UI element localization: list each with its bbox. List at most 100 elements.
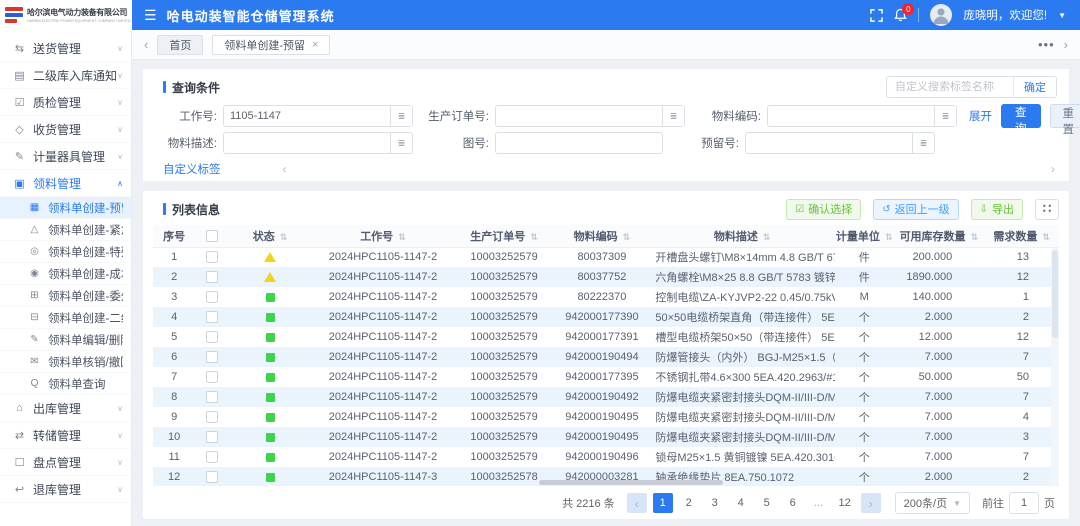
tags-scroll-left-icon[interactable]: ‹ [283,162,287,176]
sort-icon[interactable]: ⇅ [763,232,771,242]
table-row[interactable]: 12024HPC1105-1147-21000325257980037309开槽… [153,247,1059,267]
column-header[interactable]: 工作号 ⇅ [312,225,453,247]
menu-collapse-icon[interactable]: ☰ [144,7,157,24]
custom-tag-name-input[interactable] [887,81,1013,93]
page-button[interactable]: 6 [783,493,803,513]
row-checkbox[interactable] [206,371,218,383]
row-checkbox[interactable] [206,311,218,323]
sort-icon[interactable]: ⇅ [530,232,538,242]
sort-icon[interactable]: ⇅ [885,232,893,242]
material-code-input[interactable] [767,105,935,127]
vertical-scrollbar-thumb[interactable] [1052,250,1058,338]
table-row[interactable]: 92024HPC1105-1147-2100032525799420001904… [153,407,1059,427]
tab-home[interactable]: 首页 [157,35,203,55]
export-button[interactable]: ⇩导出 [971,199,1023,220]
table-row[interactable]: 112024HPC1105-1147-210003252579942000190… [153,447,1059,467]
work-no-input[interactable] [223,105,391,127]
tabs-scroll-right-icon[interactable]: › [1064,37,1068,52]
sidebar-item-sub[interactable]: △领料单创建-紧急 [0,219,131,241]
column-settings-button[interactable]: ∷ [1035,199,1059,220]
row-checkbox[interactable] [206,471,218,483]
table-row[interactable]: 32024HPC1105-1147-21000325257980222370控制… [153,287,1059,307]
sidebar-item-sub[interactable]: ✎领料单编辑/删除 [0,329,131,351]
table-row[interactable]: 72024HPC1105-1147-2100032525799420001773… [153,367,1059,387]
page-button[interactable]: 5 [757,493,777,513]
drawing-no-input[interactable] [495,132,663,154]
page-button[interactable]: 4 [731,493,751,513]
confirm-select-button[interactable]: ☑确认选择 [786,199,861,220]
sidebar-item-sub[interactable]: ▦领料单创建-预留 [0,197,131,219]
sidebar-item-sub[interactable]: ⊞领料单创建-委外组件 [0,285,131,307]
custom-tag-link[interactable]: 自定义标签 [163,161,221,177]
column-header[interactable]: 可用库存数量 ⇅ [893,225,984,247]
prev-page-button[interactable]: ‹ [627,493,647,513]
table-row[interactable]: 82024HPC1105-1147-2100032525799420001904… [153,387,1059,407]
user-menu-caret-icon[interactable]: ▼ [1058,11,1066,20]
field-tag-icon[interactable]: ≣ [391,105,413,127]
row-checkbox[interactable] [206,451,218,463]
sidebar-item-group[interactable]: ☑质检管理∨ [0,89,131,116]
row-checkbox[interactable] [206,251,218,263]
vertical-scrollbar[interactable] [1051,247,1059,486]
column-header[interactable]: 需求数量 ⇅ [984,225,1059,247]
column-header[interactable]: 物料编码 ⇅ [555,225,650,247]
sort-icon[interactable]: ⇅ [398,232,406,242]
sidebar-item-group[interactable]: ☐盘点管理∨ [0,449,131,476]
row-checkbox[interactable] [206,271,218,283]
page-button[interactable]: 12 [835,493,855,513]
reset-button[interactable]: 重置 [1050,104,1080,128]
sidebar-item-group[interactable]: ⌂出库管理∨ [0,395,131,422]
table-row[interactable]: 102024HPC1105-1147-210003252579942000190… [153,427,1059,447]
fullscreen-icon[interactable] [870,9,883,22]
sidebar-item-group[interactable]: ↩退库管理∨ [0,476,131,503]
table-row[interactable]: 22024HPC1105-1147-21000325257980037752六角… [153,267,1059,287]
table-row[interactable]: 52024HPC1105-1147-2100032525799420001773… [153,327,1059,347]
row-checkbox[interactable] [206,411,218,423]
column-header[interactable]: 状态 ⇅ [228,225,313,247]
sidebar-item-group[interactable]: ▤二级库入库通知单∨ [0,62,131,89]
table-row[interactable]: 42024HPC1105-1147-2100032525799420001773… [153,307,1059,327]
page-button[interactable]: 3 [705,493,725,513]
field-tag-icon[interactable]: ≣ [935,105,957,127]
sort-icon[interactable]: ⇅ [280,232,288,242]
material-desc-input[interactable] [223,132,391,154]
page-size-select[interactable]: 200条/页▼ [895,492,970,514]
table-row[interactable]: 62024HPC1105-1147-2100032525799420001904… [153,347,1059,367]
goto-page-input[interactable] [1009,492,1039,514]
column-header[interactable]: 物料描述 ⇅ [649,225,835,247]
sidebar-item-sub[interactable]: ⊟领料单创建-二级库 [0,307,131,329]
back-button[interactable]: ↺返回上一级 [873,199,958,220]
tags-scroll-right-icon[interactable]: › [1051,162,1055,176]
page-button[interactable]: 1 [653,493,673,513]
avatar[interactable] [930,4,952,26]
pagination-ellipsis[interactable]: ... [809,493,829,513]
tab-active[interactable]: 领料单创建-预留 × [212,35,330,55]
tabs-more-icon[interactable]: ••• [1038,37,1055,52]
field-tag-icon[interactable]: ≣ [913,132,935,154]
field-tag-icon[interactable]: ≣ [391,132,413,154]
row-checkbox[interactable] [206,291,218,303]
row-checkbox[interactable] [206,391,218,403]
column-header[interactable]: 生产订单号 ⇅ [454,225,555,247]
sidebar-item-sub[interactable]: ◉领料单创建-成本中心 [0,263,131,285]
sort-icon[interactable]: ⇅ [1042,232,1050,242]
reserve-no-input[interactable] [745,132,913,154]
sidebar-item-sub[interactable]: ✉领料单核销/撤回 [0,351,131,373]
sidebar-item-sub[interactable]: ◎领料单创建-特殊项目 [0,241,131,263]
tab-close-icon[interactable]: × [312,39,318,51]
notification-bell[interactable]: 0 [894,8,907,22]
sort-icon[interactable]: ⇅ [623,232,631,242]
row-checkbox[interactable] [206,351,218,363]
sidebar-item-group[interactable]: ⇆送货管理∨ [0,35,131,62]
sidebar-item-group[interactable]: ▣领料管理∧ [0,170,131,197]
confirm-tag-button[interactable]: 确定 [1013,77,1056,97]
row-checkbox[interactable] [206,431,218,443]
column-header[interactable]: 计量单位 ⇅ [835,225,894,247]
sidebar-item-sub[interactable]: Q领料单查询 [0,373,131,395]
expand-link[interactable]: 展开 [969,108,992,124]
next-page-button[interactable]: › [861,493,881,513]
page-button[interactable]: 2 [679,493,699,513]
search-button[interactable]: 查询 [1001,104,1041,128]
field-tag-icon[interactable]: ≣ [663,105,685,127]
sidebar-item-group[interactable]: ⇄转储管理∨ [0,422,131,449]
